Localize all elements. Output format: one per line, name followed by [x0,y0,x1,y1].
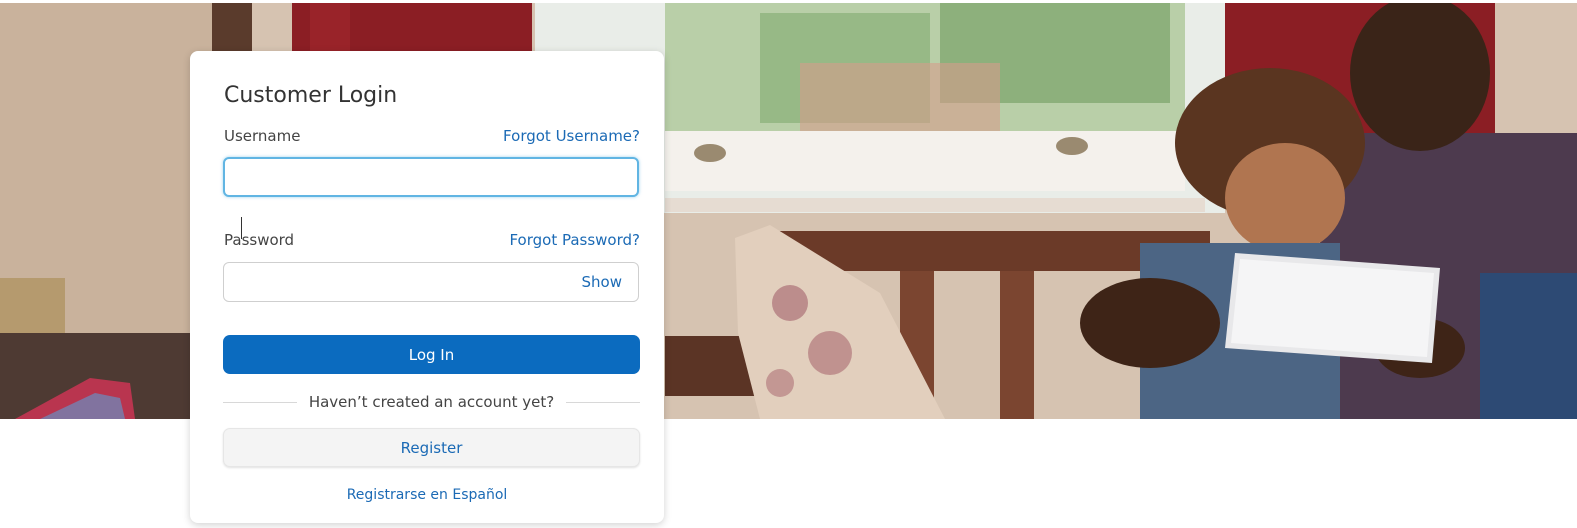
password-input[interactable] [223,262,639,302]
username-label: Username [224,127,301,145]
forgot-username-link[interactable]: Forgot Username? [503,127,640,145]
show-password-toggle[interactable]: Show [582,273,622,291]
register-button[interactable]: Register [223,428,640,467]
login-button[interactable]: Log In [223,335,640,374]
register-spanish-link[interactable]: Registrarse en Español [190,487,664,503]
forgot-password-link[interactable]: Forgot Password? [509,231,640,249]
password-label: Password [224,231,295,249]
login-card: Customer Login Username Forgot Username?… [190,51,664,523]
no-account-divider: Haven’t created an account yet? [223,391,641,413]
password-label-row: Password Forgot Password? [224,231,640,249]
card-title: Customer Login [224,83,398,108]
no-account-text: Haven’t created an account yet? [308,393,555,411]
username-label-row: Username Forgot Username? [224,127,640,145]
divider-line-right [566,401,641,403]
divider-line-left [223,401,297,403]
username-input[interactable] [223,157,639,197]
page: Customer Login Username Forgot Username?… [0,0,1577,528]
